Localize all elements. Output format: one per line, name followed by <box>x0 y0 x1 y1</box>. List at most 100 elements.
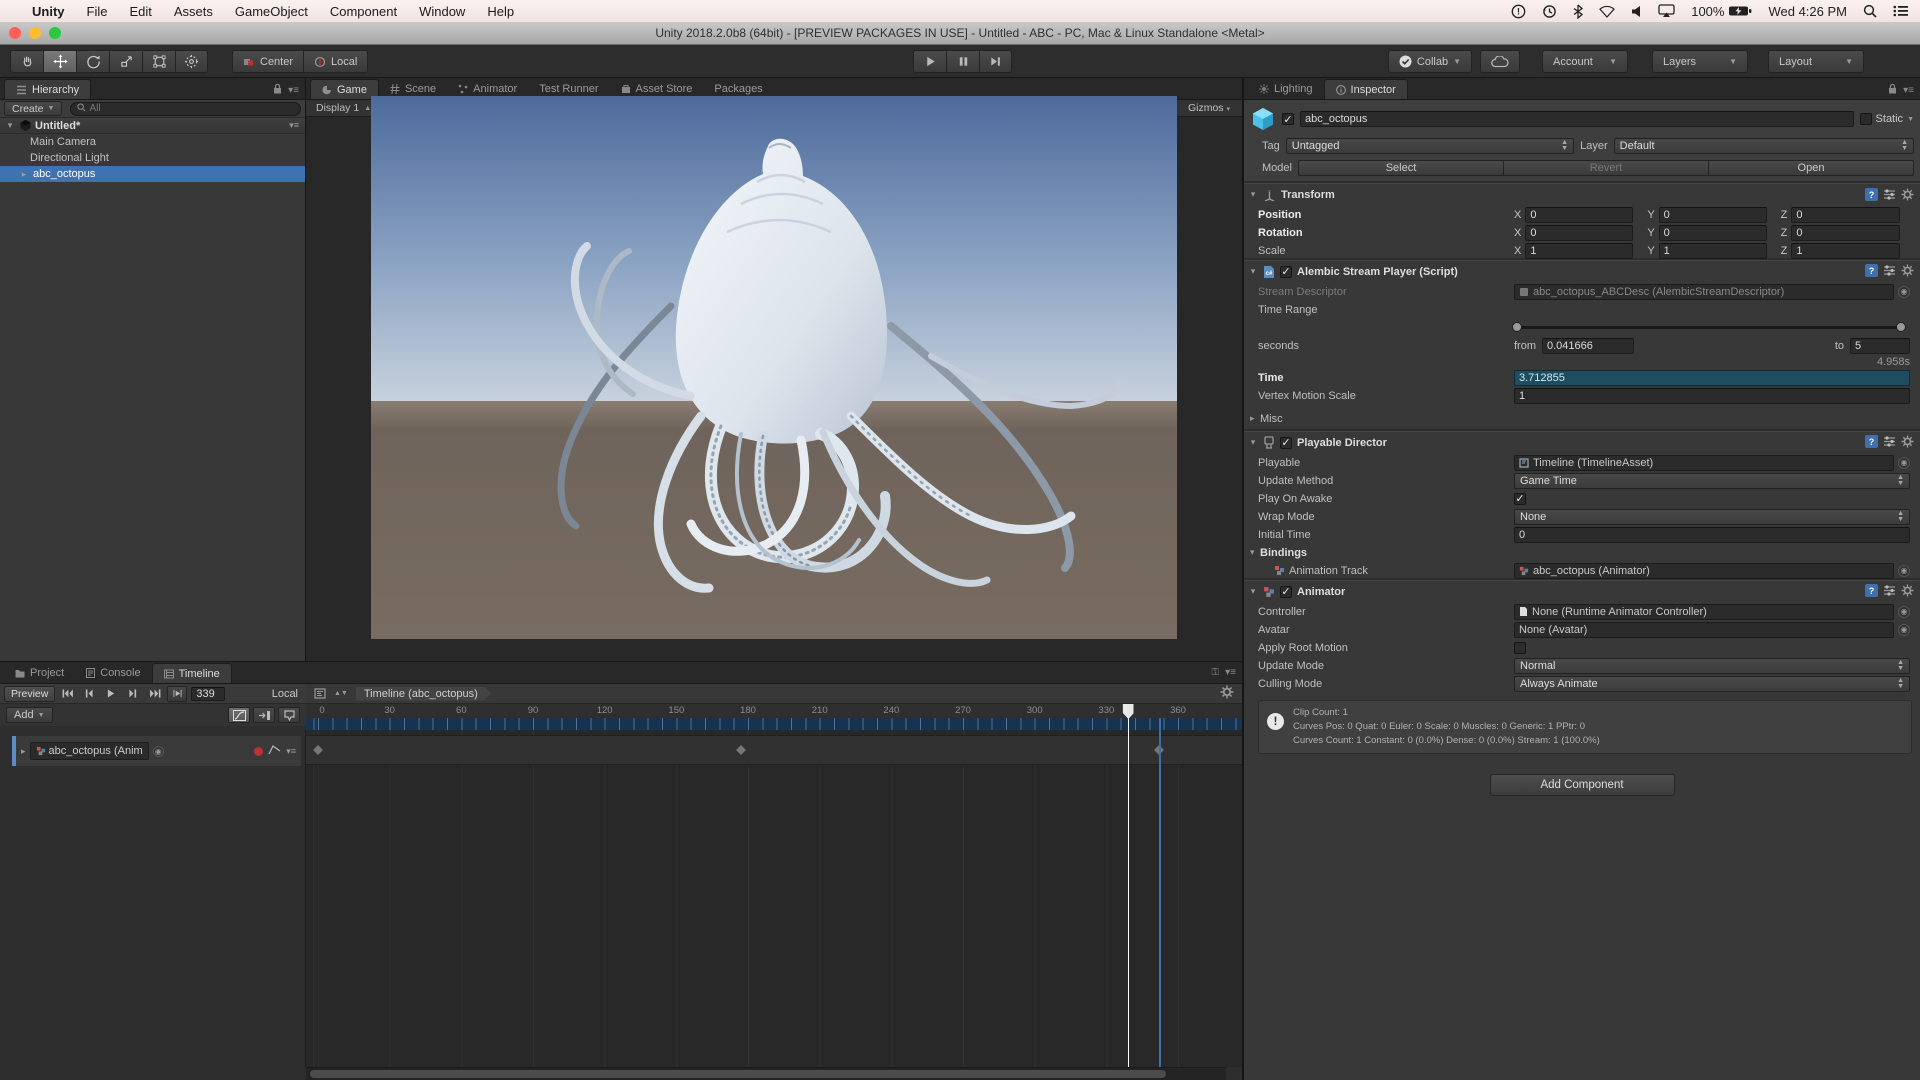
object-picker-icon[interactable]: ◉ <box>1898 606 1910 618</box>
help-icon[interactable]: ? <box>1865 435 1878 451</box>
keyframe-diamond[interactable] <box>1154 745 1164 755</box>
keyframe-diamond[interactable] <box>736 745 746 755</box>
current-frame-field[interactable] <box>191 687 225 701</box>
pause-button[interactable] <box>946 50 979 73</box>
add-track-button[interactable]: Add▼ <box>6 707 53 723</box>
collab-button[interactable]: Collab▼ <box>1388 50 1472 73</box>
animator-update-mode-dropdown[interactable]: Normal▲▼ <box>1514 658 1910 674</box>
bluetooth-icon[interactable] <box>1573 4 1583 19</box>
animation-track-lane[interactable] <box>306 735 1242 765</box>
tab-timeline[interactable]: Timeline <box>152 663 232 683</box>
component-enabled-checkbox[interactable]: ✓ <box>1280 266 1292 278</box>
volume-icon[interactable] <box>1631 5 1642 18</box>
presets-icon[interactable] <box>1883 585 1896 599</box>
transform-rotation-y-field[interactable]: 0 <box>1659 225 1767 241</box>
record-toggle-icon[interactable] <box>254 747 263 756</box>
keyframe-diamond[interactable] <box>313 745 323 755</box>
update-method-dropdown[interactable]: Game Time▲▼ <box>1514 473 1910 489</box>
hierarchy-search[interactable] <box>70 102 301 116</box>
airplay-icon[interactable] <box>1658 4 1675 18</box>
panel-menu-icon[interactable]: ▾≡ <box>288 85 299 96</box>
help-icon[interactable]: ? <box>1865 264 1878 280</box>
layer-dropdown[interactable]: Default▲▼ <box>1614 138 1914 154</box>
gear-icon[interactable] <box>1901 584 1914 600</box>
component-enabled-checkbox[interactable]: ✓ <box>1280 437 1292 449</box>
rotation-toggle-button[interactable]: Local <box>303 50 368 73</box>
playable-field[interactable]: Timeline (TimelineAsset) <box>1514 455 1894 471</box>
minimize-window-button[interactable] <box>29 27 41 39</box>
active-checkbox[interactable]: ✓ <box>1282 113 1294 125</box>
from-field[interactable]: 0.041666 <box>1542 338 1634 354</box>
presets-icon[interactable] <box>1883 189 1896 200</box>
transform-header[interactable]: ▾ Transform ? <box>1244 184 1920 205</box>
foldout-icon[interactable]: ▾ <box>1248 189 1258 200</box>
scene-menu-icon[interactable]: ▾≡ <box>289 120 299 131</box>
gizmos-dropdown[interactable]: Gizmos ▾ <box>1182 101 1236 115</box>
play-timeline-button[interactable] <box>101 686 121 702</box>
presets-icon[interactable] <box>1883 265 1896 279</box>
timeline-menu-icon[interactable]: ▾≡ <box>1225 667 1236 678</box>
menu-component[interactable]: Component <box>330 4 397 19</box>
animation-track-binding-field[interactable]: abc_octopus (Animator) <box>1514 563 1894 579</box>
foldout-icon[interactable]: ▾ <box>1248 266 1258 277</box>
track-binding-picker-icon[interactable]: ◉ <box>153 746 164 757</box>
foldout-icon[interactable]: ▾ <box>1248 437 1258 448</box>
animation-track-header[interactable]: ▸ abc_octopus (Anim ◉ ▾≡ <box>12 736 301 766</box>
misc-foldout-icon[interactable]: ▸ <box>1250 413 1260 424</box>
layers-dropdown[interactable]: Layers▼ <box>1652 50 1748 73</box>
transform-rotation-x-field[interactable]: 0 <box>1525 225 1633 241</box>
account-dropdown[interactable]: Account▼ <box>1542 50 1628 73</box>
bindings-foldout-icon[interactable]: ▾ <box>1250 547 1260 558</box>
apply-root-motion-checkbox[interactable] <box>1514 642 1526 654</box>
window-titlebar[interactable]: Unity 2018.2.0b8 (64bit) - [PREVIEW PACK… <box>0 22 1920 45</box>
time-range-slider[interactable] <box>1514 326 1904 329</box>
disclosure-icon[interactable]: ▸ <box>18 169 30 180</box>
menu-help[interactable]: Help <box>487 4 514 19</box>
transform-scale-y-field[interactable]: 1 <box>1659 243 1767 259</box>
gear-icon[interactable] <box>1901 188 1914 201</box>
time-machine-icon[interactable] <box>1542 4 1557 19</box>
track-name-box[interactable]: abc_octopus (Anim <box>30 742 149 760</box>
tab-lighting[interactable]: Lighting <box>1248 79 1324 99</box>
model-revert-button[interactable]: Revert <box>1503 160 1708 176</box>
controller-field[interactable]: None (Runtime Animator Controller) <box>1514 604 1894 620</box>
scene-row[interactable]: ▾ Untitled* ▾≡ <box>0 118 305 134</box>
transform-position-x-field[interactable]: 0 <box>1525 207 1633 223</box>
tab-inspector[interactable]: Inspector <box>1324 79 1408 99</box>
notification-center-icon[interactable] <box>1893 5 1908 17</box>
tab-console[interactable]: Console <box>75 663 151 683</box>
gameobject-name-field[interactable] <box>1300 111 1854 127</box>
go-to-end-button[interactable] <box>145 686 165 702</box>
static-toggle[interactable]: Static ▼ <box>1860 113 1914 125</box>
presets-icon[interactable] <box>1883 436 1896 450</box>
timeline-horizontal-scrollbar[interactable] <box>306 1067 1226 1080</box>
search-input[interactable] <box>89 103 294 114</box>
bindings-label[interactable]: Bindings <box>1260 547 1307 559</box>
hierarchy-item-directional-light[interactable]: Directional Light <box>0 150 305 166</box>
previous-frame-button[interactable] <box>79 686 99 702</box>
track-menu-icon[interactable]: ▾≡ <box>286 746 296 757</box>
menu-assets[interactable]: Assets <box>174 4 213 19</box>
menu-window[interactable]: Window <box>419 4 465 19</box>
to-field[interactable]: 5 <box>1850 338 1910 354</box>
menu-file[interactable]: File <box>87 4 108 19</box>
game-viewport[interactable] <box>371 96 1177 639</box>
create-button[interactable]: Create▼ <box>4 101 62 116</box>
transform-rotation-z-field[interactable]: 0 <box>1791 225 1900 241</box>
timeline-settings-gear-icon[interactable] <box>1220 685 1234 702</box>
curves-view-toggle[interactable] <box>228 707 250 723</box>
transform-tool-button[interactable] <box>175 50 208 73</box>
model-select-button[interactable]: Select <box>1298 160 1503 176</box>
scale-tool-button[interactable] <box>109 50 142 73</box>
timeline-lock-icon[interactable]: ⚿ <box>1212 667 1220 678</box>
transform-position-z-field[interactable]: 0 <box>1791 207 1900 223</box>
layout-dropdown[interactable]: Layout▼ <box>1768 50 1864 73</box>
play-on-awake-checkbox[interactable]: ✓ <box>1514 493 1526 505</box>
hand-tool-button[interactable] <box>10 50 43 73</box>
tab-project[interactable]: Project <box>4 663 75 683</box>
step-button[interactable] <box>979 50 1012 73</box>
marker-visibility-toggle[interactable] <box>278 707 300 723</box>
cloud-button[interactable] <box>1480 50 1520 73</box>
move-tool-button[interactable] <box>43 50 76 73</box>
timeline-content-area[interactable] <box>306 730 1242 1067</box>
